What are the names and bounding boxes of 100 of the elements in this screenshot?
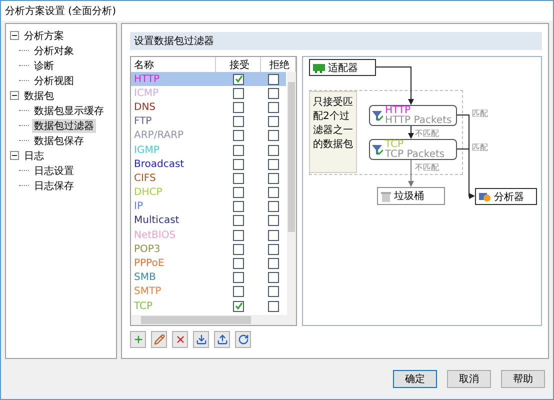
edge-label: 不匹配 [415, 162, 439, 174]
reject-checkbox[interactable] [268, 201, 279, 212]
table-row[interactable]: DNS [131, 100, 286, 115]
horizontal-scrollbar[interactable] [131, 315, 296, 325]
protocol-name: FTP [134, 116, 152, 128]
funnel-icon [372, 110, 383, 122]
accept-checkbox[interactable] [233, 130, 244, 142]
edit-button[interactable] [151, 331, 167, 348]
reject-checkbox[interactable] [268, 272, 279, 284]
protocol-name: POP3 [134, 244, 160, 255]
accept-checkbox[interactable] [233, 144, 244, 156]
protocol-name: TCP [134, 300, 153, 312]
tree-item[interactable]: 日志保存 [32, 178, 76, 192]
edge-label: 匹配 [472, 142, 488, 154]
reject-checkbox[interactable] [268, 172, 279, 184]
dialog-button[interactable]: 确定 [393, 370, 437, 388]
delete-button[interactable] [172, 331, 188, 348]
tree-item[interactable]: 分析对象 [32, 44, 76, 58]
reject-checkbox[interactable] [268, 258, 279, 270]
table-row[interactable]: SMB [131, 270, 286, 285]
protocol-name: HTTP [134, 74, 160, 85]
adapter-node[interactable]: 适配器 [309, 59, 376, 76]
filter-title: TCP [385, 140, 405, 150]
import-button[interactable] [193, 331, 209, 348]
tree-item[interactable]: 日志设置 [32, 164, 76, 178]
protocol-name: ICMP [134, 88, 159, 99]
reject-checkbox[interactable] [268, 74, 279, 85]
reject-checkbox[interactable] [268, 158, 279, 170]
protocol-name: IP [134, 201, 143, 212]
table-row[interactable]: Broadcast [131, 157, 286, 172]
accept-checkbox[interactable] [233, 215, 244, 226]
accept-checkbox[interactable] [233, 187, 244, 198]
dialog-button[interactable]: 取消 [447, 370, 491, 388]
accept-checkbox[interactable] [233, 102, 244, 113]
node-label: 分析器 [494, 190, 524, 204]
accept-checkbox[interactable] [233, 158, 244, 170]
connector-arrow [376, 66, 414, 105]
protocol-name: NetBIOS [134, 230, 176, 241]
delete-icon [174, 334, 186, 345]
tree-item[interactable]: 分析视图 [32, 74, 76, 88]
reject-checkbox[interactable] [268, 244, 279, 255]
protocol-name: PPPoE [134, 258, 164, 270]
table-row[interactable]: IP [131, 200, 286, 214]
vertical-scrollbar[interactable] [287, 72, 296, 315]
edit-icon [154, 334, 164, 345]
analyzer-icon [479, 192, 491, 202]
tree-item[interactable]: 数据包保存 [32, 134, 86, 148]
tree-item[interactable]: 诊断 [32, 58, 56, 72]
accept-checkbox[interactable] [233, 258, 244, 270]
accept-checkbox[interactable] [233, 88, 244, 99]
export-icon [216, 334, 228, 345]
reject-checkbox[interactable] [268, 286, 279, 298]
collapse-icon[interactable] [10, 91, 19, 100]
collapse-icon[interactable] [10, 31, 19, 40]
window-title: 分析方案设置 (全面分析) [5, 4, 116, 18]
reject-checkbox[interactable] [268, 102, 279, 113]
edge-label: 匹配 [472, 108, 488, 120]
tree-item[interactable]: 分析方案 [22, 28, 66, 42]
accept-checkbox[interactable] [233, 74, 244, 85]
refresh-icon [238, 334, 248, 345]
analyzer-node[interactable]: 分析器 [475, 188, 537, 205]
accept-checkbox[interactable] [233, 230, 244, 241]
accept-checkbox[interactable] [233, 116, 244, 128]
accept-checkbox[interactable] [233, 286, 244, 298]
collapse-icon[interactable] [10, 151, 19, 160]
add-icon [132, 334, 144, 345]
table-row[interactable]: Multicast [131, 214, 286, 228]
tree-item[interactable]: 数据包显示缓存 [32, 104, 106, 118]
table-row[interactable]: CIFS [131, 171, 286, 186]
reject-checkbox[interactable] [268, 144, 279, 156]
section-title: 设置数据包过滤器 [130, 32, 542, 50]
note-text: 只接受匹配2个过滤器之一的数据包 [309, 91, 357, 173]
refresh-button[interactable] [235, 331, 251, 348]
reject-checkbox[interactable] [268, 230, 279, 241]
edge-label: 不匹配 [415, 128, 439, 140]
tree-item[interactable]: 数据包过滤器 [32, 118, 96, 132]
connector-arrow [408, 126, 414, 139]
protocol-name: Multicast [134, 215, 180, 226]
reject-checkbox[interactable] [268, 88, 279, 99]
node-label: 适配器 [328, 62, 358, 74]
protocol-name: SMTP [134, 286, 162, 298]
accept-checkbox[interactable] [233, 272, 244, 284]
reject-checkbox[interactable] [268, 215, 279, 226]
reject-checkbox[interactable] [268, 116, 279, 128]
reject-checkbox[interactable] [268, 300, 279, 312]
accept-checkbox[interactable] [233, 300, 244, 312]
dialog-button[interactable]: 帮助 [501, 370, 545, 388]
reject-checkbox[interactable] [268, 130, 279, 142]
add-button[interactable] [130, 331, 146, 348]
filter-title: HTTP [385, 106, 412, 116]
accept-checkbox[interactable] [233, 172, 244, 184]
accept-checkbox[interactable] [233, 201, 244, 212]
accept-checkbox[interactable] [233, 244, 244, 255]
tree-item[interactable]: 数据包 [22, 88, 56, 102]
trash-node[interactable]: 垃圾桶 [377, 187, 445, 205]
connector-arrow [408, 160, 414, 187]
export-button[interactable] [214, 331, 230, 348]
tree-item[interactable]: 日志 [22, 148, 46, 162]
table-row[interactable]: FTP [131, 114, 286, 129]
reject-checkbox[interactable] [268, 187, 279, 198]
